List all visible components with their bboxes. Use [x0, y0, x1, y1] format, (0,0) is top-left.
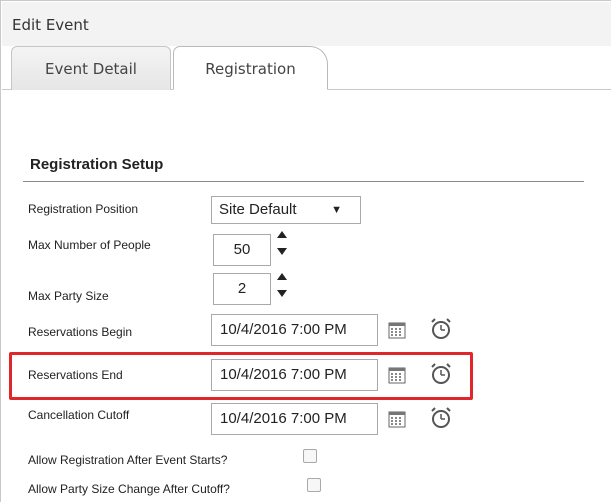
calendar-icon[interactable] [388, 410, 406, 428]
reservations-end-label: Reservations End [28, 368, 123, 382]
section-divider [23, 181, 584, 182]
clock-icon[interactable] [430, 406, 452, 430]
registration-position-value: Site Default [219, 201, 297, 218]
chevron-down-icon[interactable] [277, 248, 287, 255]
section-title: Registration Setup [30, 156, 164, 173]
max-people-label: Max Number of People [28, 238, 151, 252]
allow-after-start-checkbox[interactable] [303, 449, 317, 463]
calendar-icon[interactable] [388, 321, 406, 339]
max-party-size-input[interactable]: 2 [213, 273, 271, 305]
chevron-down-icon[interactable] [277, 290, 287, 297]
edit-event-window: Edit Event Event Detail Registration Reg… [0, 0, 611, 502]
max-people-input[interactable]: 50 [213, 234, 271, 266]
allow-after-start-label: Allow Registration After Event Starts? [28, 453, 228, 467]
window-title: Edit Event [12, 16, 89, 34]
title-bar: Edit Event [2, 2, 611, 46]
registration-position-label: Registration Position [28, 202, 139, 216]
reservations-end-input[interactable]: 10/4/2016 7:00 PM [211, 359, 378, 391]
cancellation-cutoff-input[interactable]: 10/4/2016 7:00 PM [211, 403, 378, 435]
reservations-begin-input[interactable]: 10/4/2016 7:00 PM [211, 314, 378, 346]
chevron-up-icon[interactable] [277, 231, 287, 238]
cancellation-cutoff-label: Cancellation Cutoff [28, 408, 130, 422]
tab-registration-label: Registration [205, 60, 296, 78]
registration-position-select[interactable]: Site Default ▼ [211, 196, 361, 224]
tab-event-detail-label: Event Detail [45, 60, 137, 78]
calendar-icon[interactable] [388, 366, 406, 384]
tab-event-detail[interactable]: Event Detail [11, 46, 171, 90]
reservations-begin-label: Reservations Begin [28, 325, 133, 339]
chevron-up-icon[interactable] [277, 273, 287, 280]
clock-icon[interactable] [430, 317, 452, 341]
allow-party-change-checkbox[interactable] [307, 478, 321, 492]
max-people-stepper[interactable] [275, 230, 291, 260]
max-party-size-label: Max Party Size [28, 289, 109, 303]
allow-party-change-label: Allow Party Size Change After Cutoff? [28, 482, 230, 496]
max-party-size-stepper[interactable] [275, 272, 291, 302]
dropdown-caret-icon: ▼ [331, 204, 342, 216]
tab-registration[interactable]: Registration [173, 46, 328, 90]
clock-icon[interactable] [430, 362, 452, 386]
